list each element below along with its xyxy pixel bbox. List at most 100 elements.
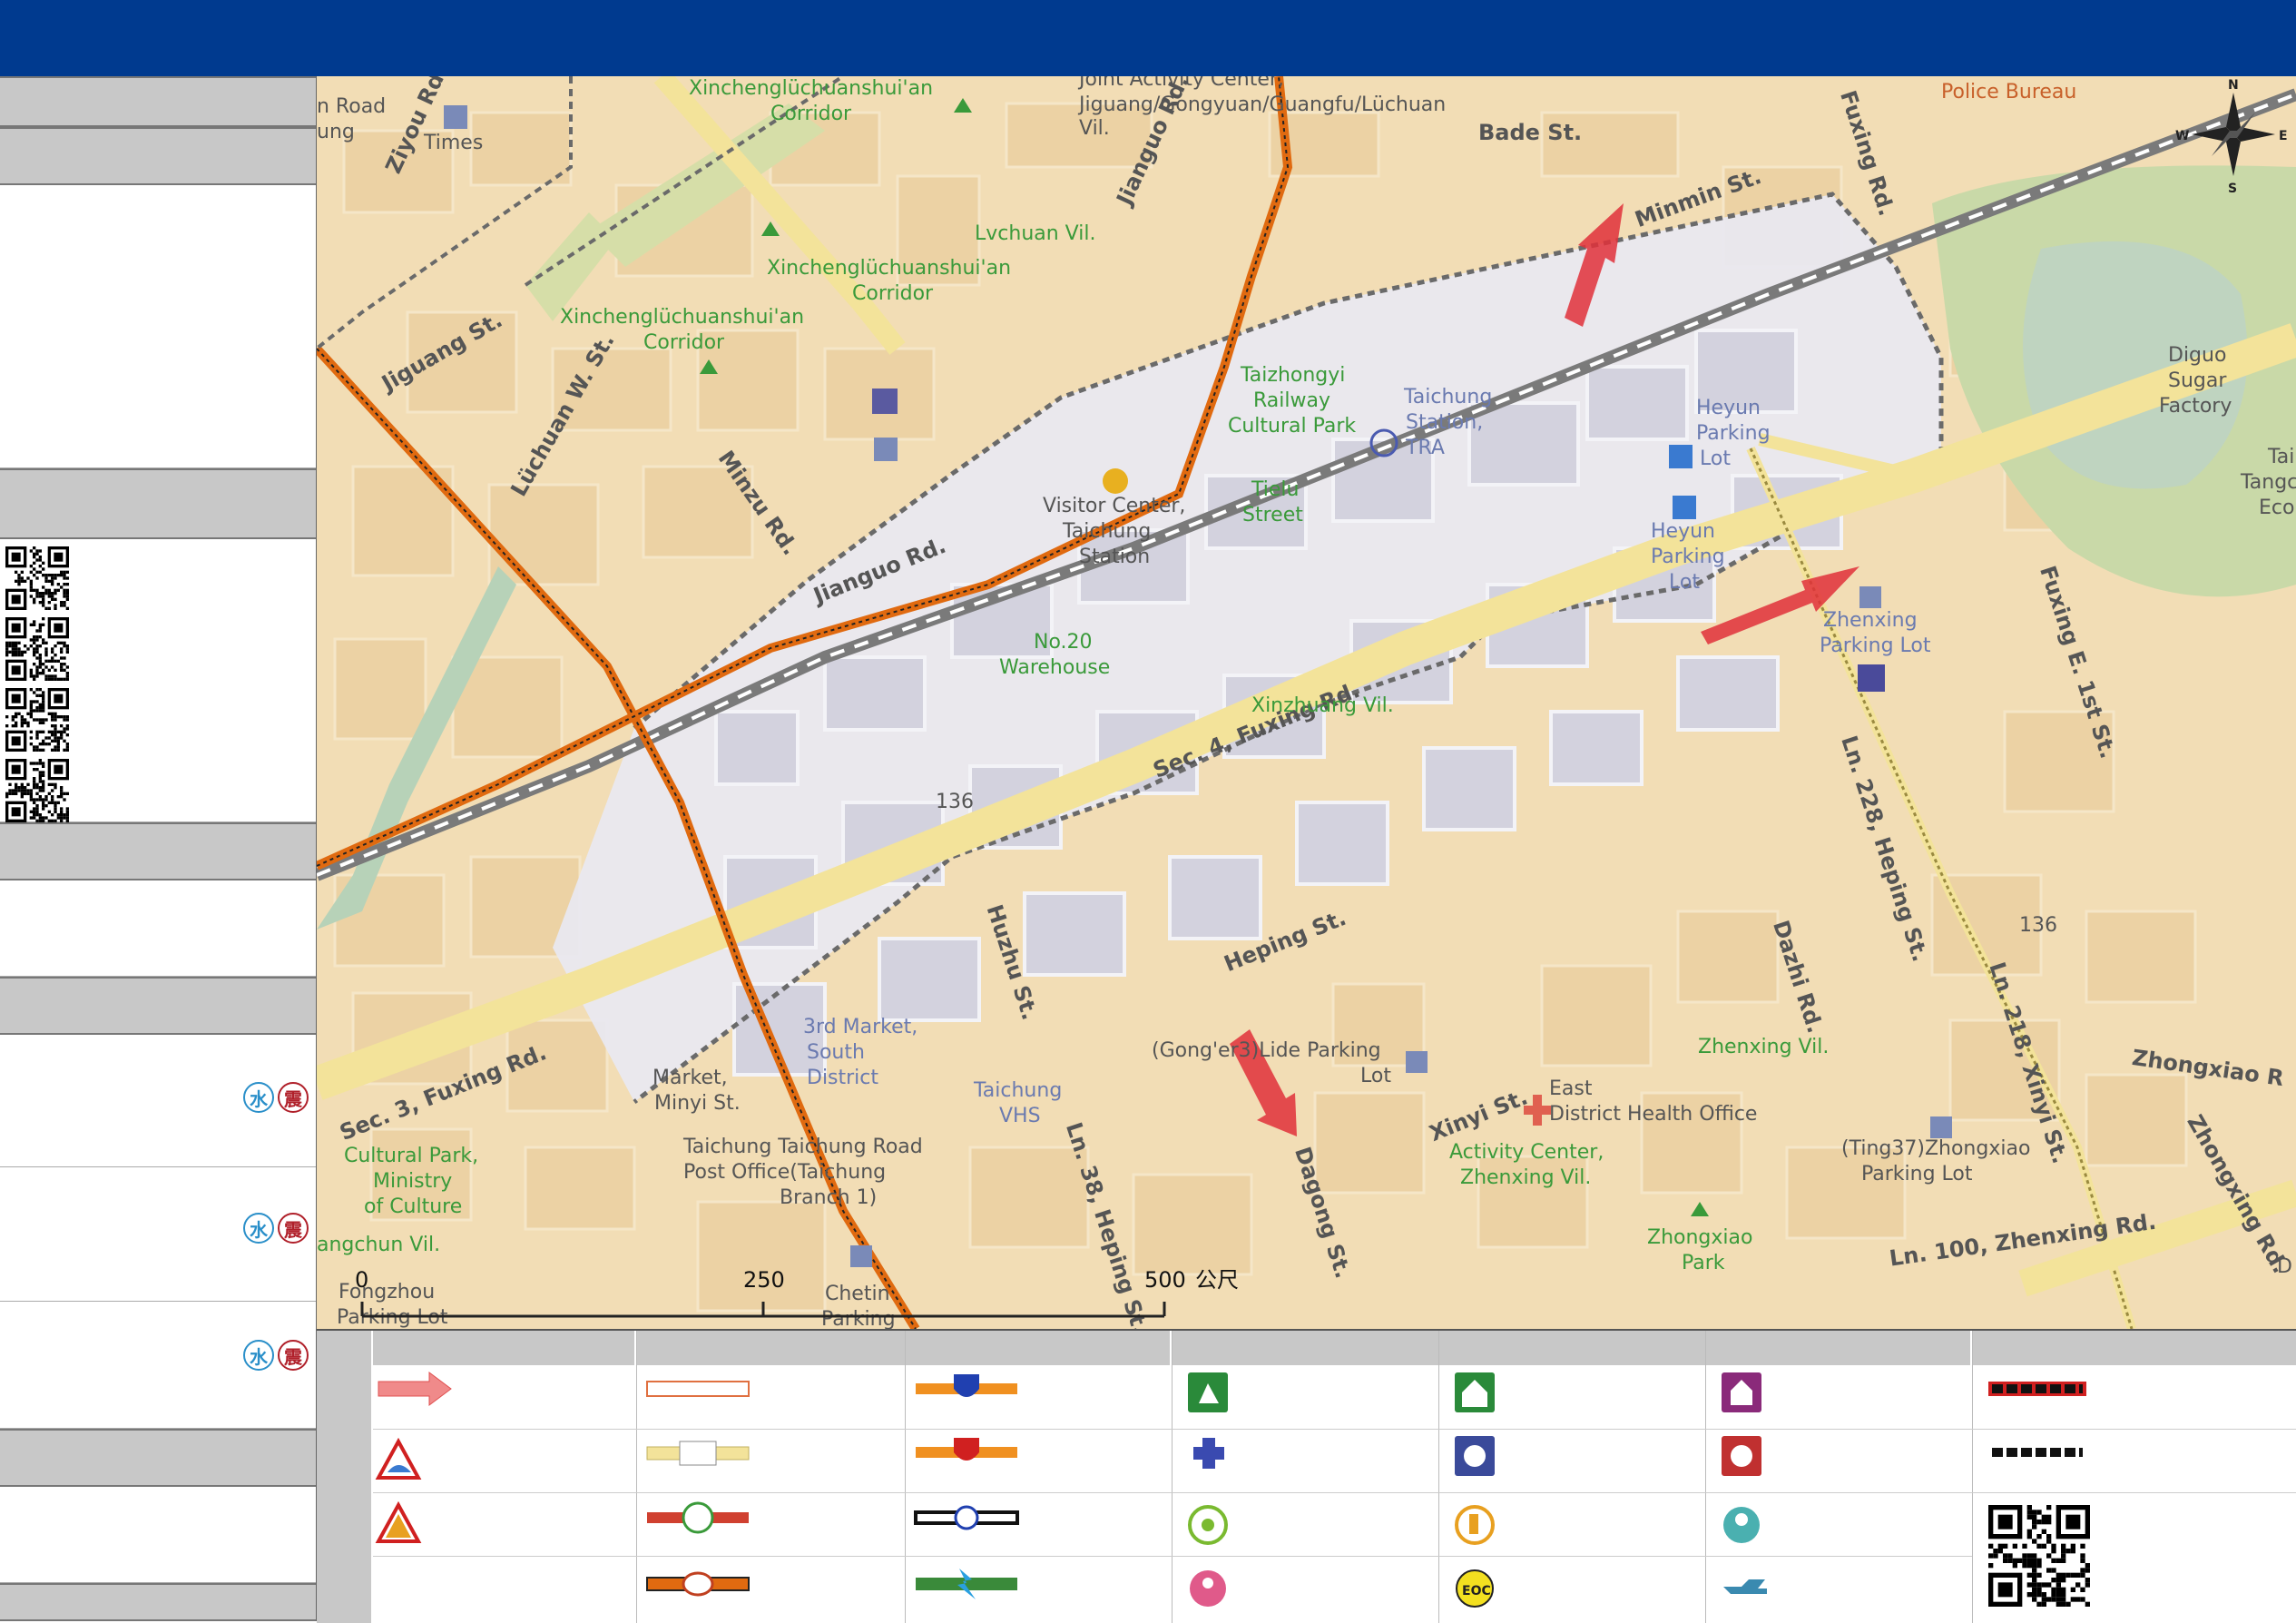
tree-icon — [1691, 1202, 1709, 1216]
police-icon — [1858, 664, 1885, 692]
svg-text:3rd Market,: 3rd Market, — [803, 1016, 917, 1038]
svg-text:Park: Park — [1682, 1252, 1725, 1274]
svg-text:Ministry: Ministry — [373, 1170, 452, 1193]
svg-text:Times: Times — [423, 132, 483, 154]
svg-text:Chetin: Chetin — [825, 1283, 890, 1305]
info-icon — [1103, 468, 1128, 494]
evacuation-arrow-icon — [378, 1372, 452, 1406]
svg-text:Post Office(Taichung: Post Office(Taichung — [683, 1161, 886, 1184]
svg-text:公尺: 公尺 — [1195, 1267, 1239, 1293]
svg-text:Corridor: Corridor — [770, 103, 852, 125]
svg-text:Parking: Parking — [1651, 546, 1725, 568]
svg-text:Lot: Lot — [1700, 448, 1731, 470]
svg-text:Minyi St.: Minyi St. — [654, 1092, 741, 1115]
legend-qr-code-icon[interactable] — [1988, 1505, 2090, 1607]
qr-code-4-icon[interactable] — [5, 759, 69, 822]
svg-text:Station: Station — [1079, 546, 1150, 568]
svg-text:(Ting37)Zhongxiao: (Ting37)Zhongxiao — [1841, 1137, 2030, 1160]
svg-text:Tangcl: Tangcl — [2240, 471, 2296, 494]
sidebar-section-header-6 — [0, 1429, 316, 1487]
sidebar-note-box — [0, 1487, 316, 1583]
svg-text:Visitor Center,: Visitor Center, — [1043, 495, 1185, 517]
qr-code-2-icon[interactable] — [5, 617, 69, 681]
tree-icon — [954, 98, 972, 113]
svg-text:Zhenxing Vil.: Zhenxing Vil. — [1460, 1166, 1591, 1189]
svg-text:250: 250 — [743, 1267, 785, 1293]
svg-text:Zhenxing: Zhenxing — [1823, 609, 1918, 632]
helicopter-icon — [1723, 1579, 1767, 1594]
svg-text:South: South — [807, 1041, 865, 1064]
flood-badge-icon: 水 — [243, 1082, 274, 1113]
svg-text:Lot: Lot — [1360, 1065, 1391, 1087]
svg-text:EOC: EOC — [1462, 1584, 1491, 1598]
svg-text:No.20: No.20 — [1034, 631, 1093, 654]
flood-badge-icon: 水 — [243, 1213, 274, 1244]
tree-icon — [761, 221, 780, 236]
sidebar-section-header-1 — [0, 76, 316, 127]
svg-text:Fongzhou: Fongzhou — [339, 1281, 435, 1303]
svg-text:Diguo: Diguo — [2168, 344, 2226, 367]
svg-text:Cultural Park,: Cultural Park, — [344, 1145, 478, 1167]
earthquake-badge-icon: 震 — [278, 1213, 309, 1244]
sidebar-text-box — [0, 880, 316, 977]
parking-icon — [1930, 1116, 1952, 1138]
parking-icon — [1673, 496, 1696, 519]
qr-code-1-icon[interactable] — [5, 546, 69, 610]
svg-text:Warehouse: Warehouse — [999, 656, 1110, 679]
shelter-entry-3: 水 震 — [0, 1302, 316, 1429]
svg-text:Railway: Railway — [1253, 389, 1330, 412]
svg-text:Ln. 228, Heping St.: Ln. 228, Heping St. — [1836, 733, 1933, 965]
svg-text:of Culture: of Culture — [364, 1195, 462, 1218]
svg-text:0: 0 — [355, 1267, 368, 1293]
svg-text:Jiguang/Gongyuan/Guangfu/Lüchu: Jiguang/Gongyuan/Guangfu/Lüchuan — [1077, 93, 1446, 116]
sidebar-section-header-5 — [0, 977, 316, 1035]
shelter-entry-2: 水 震 — [0, 1167, 316, 1302]
svg-text:Corridor: Corridor — [643, 331, 725, 354]
svg-text:136: 136 — [2019, 914, 2057, 937]
earthquake-badge-icon: 震 — [278, 1082, 309, 1113]
title-bar — [0, 0, 2296, 78]
svg-text:N: N — [2228, 78, 2239, 93]
svg-text:D: D — [2277, 1255, 2292, 1278]
road-outline-icon — [646, 1381, 750, 1397]
parking-icon — [850, 1245, 872, 1267]
svg-text:Tai: Tai — [2267, 446, 2294, 468]
sidebar-section-header-7 — [0, 1583, 316, 1621]
qr-code-3-icon[interactable] — [5, 688, 69, 752]
svg-text:Vil.: Vil. — [1079, 117, 1110, 140]
svg-text:Ecol: Ecol — [2259, 497, 2296, 519]
svg-text:Activity Center,: Activity Center, — [1449, 1141, 1604, 1164]
svg-text:136: 136 — [936, 791, 974, 813]
info-sidebar: 水 震 水 震 水 震 — [0, 76, 318, 1621]
svg-text:n Road: n Road — [317, 95, 386, 118]
svg-text:Station,: Station, — [1406, 411, 1483, 434]
svg-text:Xinchenglüchuanshui'an: Xinchenglüchuanshui'an — [689, 77, 933, 100]
svg-text:Market,: Market, — [652, 1067, 728, 1089]
svg-text:500: 500 — [1144, 1267, 1186, 1293]
medical-aid-icon — [1193, 1438, 1224, 1469]
svg-text:Heyun: Heyun — [1696, 397, 1761, 419]
police-icon — [872, 389, 898, 414]
sidebar-qr-box — [0, 539, 316, 822]
svg-text:District: District — [807, 1067, 878, 1089]
svg-text:Lvchuan Vil.: Lvchuan Vil. — [975, 222, 1095, 245]
svg-text:District Health Office: District Health Office — [1549, 1103, 1757, 1126]
svg-text:Parking Lot: Parking Lot — [1820, 634, 1931, 657]
svg-text:Heyun: Heyun — [1651, 520, 1715, 543]
map-canvas[interactable]: n Road ung Times Ziyou Rd. Xinchenglüchu… — [317, 76, 2296, 1329]
svg-text:Street: Street — [1242, 504, 1303, 526]
svg-text:Taichung: Taichung — [973, 1079, 1062, 1102]
svg-text:Parking: Parking — [1696, 422, 1771, 445]
svg-text:W: W — [2175, 129, 2189, 143]
flood-badge-icon: 水 — [243, 1340, 274, 1371]
svg-text:VHS: VHS — [999, 1105, 1041, 1127]
svg-text:Xinchenglüchuanshui'an: Xinchenglüchuanshui'an — [767, 257, 1011, 280]
parking-icon — [1859, 586, 1881, 608]
shelter-entry-1: 水 震 — [0, 1035, 316, 1167]
sidebar-section-header-2 — [0, 127, 316, 185]
svg-text:Police Bureau: Police Bureau — [1941, 81, 2076, 103]
svg-text:Zhongxiao: Zhongxiao — [1647, 1226, 1752, 1249]
parking-icon — [1669, 445, 1693, 468]
svg-text:Cultural Park: Cultural Park — [1228, 415, 1356, 438]
map-svg: n Road ung Times Ziyou Rd. Xinchenglüchu… — [317, 76, 2296, 1329]
